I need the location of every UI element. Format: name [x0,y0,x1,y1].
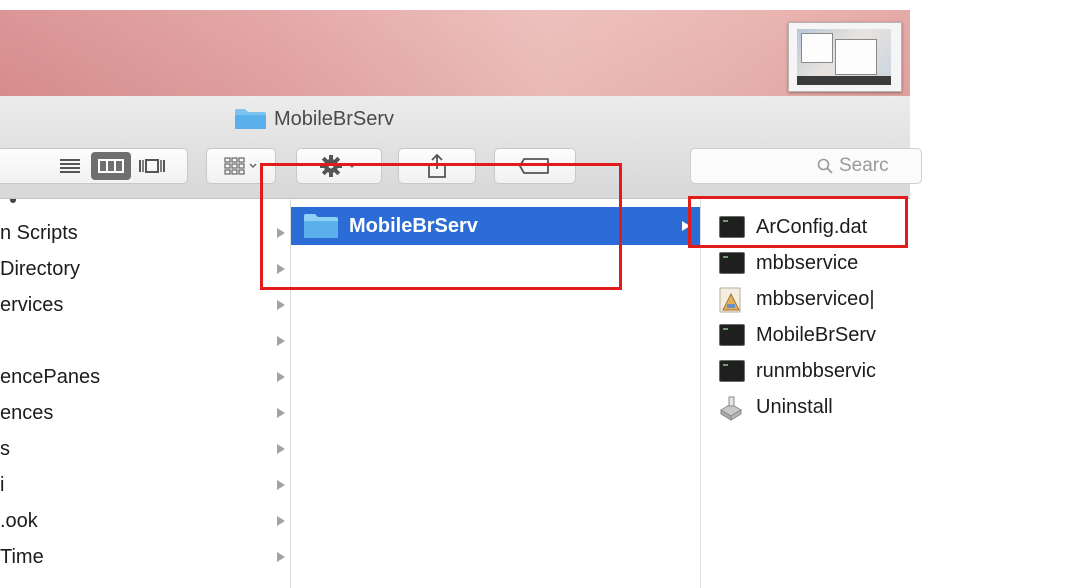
cover-flow-icon [139,159,165,173]
disclosure-arrow-icon [277,480,285,490]
list-view-button[interactable] [49,149,91,183]
list-view-icon [60,159,80,173]
file-label: mbbservice [756,251,859,274]
back-forward-fragment[interactable] [11,149,49,183]
disclosure-arrow-icon [277,552,285,562]
disclosure-arrow-icon [277,444,285,454]
view-mode-segmented-control [0,148,188,184]
item-label: i [0,473,5,496]
item-label: s [0,437,10,460]
disclosure-arrow-icon [277,336,285,346]
item-label: n Scripts [0,221,78,244]
list-item[interactable] [0,323,290,359]
column-folder-contents: ArConfig.dat mbbservice mbbserviceo| Mob… [701,199,910,588]
desktop-thumbnail[interactable] [788,22,902,92]
list-item[interactable]: n Scripts [0,215,290,251]
window-title-text: MobileBrServ [274,107,395,130]
highlight-box-folder [260,163,622,290]
column-view-icon [98,159,124,173]
wallpaper-overlay [0,10,910,110]
title-bar: MobileBrServ [0,96,910,140]
thumbnail-dock [797,76,891,85]
file-row[interactable]: Uninstall [701,389,910,425]
truncated-row-glyph [10,199,16,203]
disclosure-arrow-icon [277,516,285,526]
terminal-file-icon [719,252,745,274]
item-label: ences [0,401,54,424]
list-item[interactable]: s [0,431,290,467]
file-row[interactable]: mbbservice [701,245,910,281]
file-row[interactable]: mbbserviceo| [701,281,910,317]
item-label: ervices [0,293,64,316]
search-field[interactable]: Searc [690,148,922,184]
list-item[interactable]: ervices [0,287,290,323]
disclosure-arrow-icon [277,300,285,310]
file-row[interactable]: runmbbservic [701,353,910,389]
list-item[interactable]: Directory [0,251,290,287]
list-item[interactable]: Time [0,539,290,575]
file-row[interactable]: MobileBrServ [701,317,910,353]
search-placeholder: Searc [839,155,889,176]
list-item[interactable]: .ook [0,503,290,539]
app-script-icon [717,286,745,313]
item-label: .ook [0,509,38,532]
column-view-button[interactable] [91,152,131,180]
cover-flow-view-button[interactable] [131,149,173,183]
arrange-grid-icon [224,157,257,175]
disclosure-arrow-icon [277,408,285,418]
disclosure-arrow-icon [277,372,285,382]
list-item[interactable]: encePanes [0,359,290,395]
item-label: Time [0,545,44,568]
folder-icon [234,108,267,130]
thumbnail-preview [797,29,891,85]
column-parent: n Scripts Directory ervices encePanes en… [0,199,291,588]
item-label: encePanes [0,365,101,388]
file-label: MobileBrServ [756,323,877,346]
thumbnail-window [835,39,877,75]
file-label: Uninstall [756,395,833,418]
list-item[interactable]: i [0,467,290,503]
uninstaller-icon [717,394,745,421]
search-icon [817,158,833,174]
file-label: mbbserviceo| [756,287,875,310]
terminal-file-icon [719,324,745,346]
thumbnail-window [801,33,833,63]
terminal-file-icon [719,360,745,382]
item-label: Directory [0,257,81,280]
desktop-wallpaper [0,10,910,110]
truncated-row [0,579,10,587]
highlight-box-arconfig [688,196,908,248]
window-title: MobileBrServ [234,107,394,131]
list-item[interactable]: ences [0,395,290,431]
file-label: runmbbservic [756,359,877,382]
